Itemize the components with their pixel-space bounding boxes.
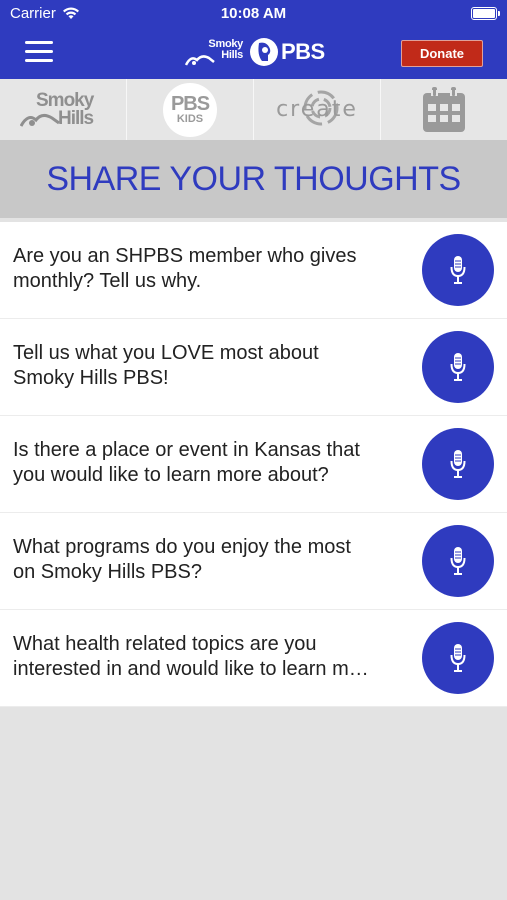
pbs-head-icon <box>250 38 278 66</box>
question-text: Tell us what you LOVE most about Smoky H… <box>13 342 319 389</box>
create-logo: create <box>276 90 358 126</box>
donate-button[interactable]: Donate <box>401 40 483 67</box>
app-header: Carrier 10:08 AM Smoky Hills PBS Donate <box>0 0 507 79</box>
question-text: What programs do you enjoy the most on S… <box>13 536 351 583</box>
title-band: SHARE YOUR THOUGHTS <box>0 140 507 218</box>
smoky-hills-pbs-logo: Smoky Hills PBS <box>185 36 325 68</box>
hamburger-menu-icon[interactable] <box>25 41 53 63</box>
logo-smoky-hills-text: Smoky Hills <box>208 38 243 61</box>
question-text: Are you an SHPBS member who gives monthl… <box>13 245 357 292</box>
logo-pbs-text: PBS <box>281 39 325 64</box>
smoky-hills-logo: Smoky Hills <box>18 88 108 132</box>
page-title: SHARE YOUR THOUGHTS <box>46 159 461 198</box>
list-item[interactable]: What health related topics are you inter… <box>0 610 507 707</box>
list-item[interactable]: Tell us what you LOVE most about Smoky H… <box>0 319 507 416</box>
record-button[interactable] <box>422 525 494 597</box>
record-button[interactable] <box>422 428 494 500</box>
record-button[interactable] <box>422 331 494 403</box>
calendar-icon <box>423 86 465 132</box>
questions-list: Are you an SHPBS member who gives monthl… <box>0 222 507 707</box>
tab-create[interactable]: create <box>254 79 381 140</box>
list-item[interactable]: Is there a place or event in Kansas that… <box>0 416 507 513</box>
tab-smoky-hills[interactable]: Smoky Hills <box>0 79 127 140</box>
tab-schedule[interactable] <box>381 79 507 140</box>
question-text: What health related topics are you inter… <box>13 633 369 680</box>
clock: 10:08 AM <box>220 5 287 22</box>
question-text: Is there a place or event in Kansas that… <box>13 439 360 486</box>
battery-icon <box>471 7 500 20</box>
pbs-kids-logo: PBS KIDS <box>163 82 217 137</box>
tab-pbs-kids[interactable]: PBS KIDS <box>127 79 254 140</box>
list-item[interactable]: What programs do you enjoy the most on S… <box>0 513 507 610</box>
microphone-icon <box>450 547 466 575</box>
microphone-icon <box>450 353 466 381</box>
list-item[interactable]: Are you an SHPBS member who gives monthl… <box>0 222 507 319</box>
microphone-icon <box>450 256 466 284</box>
station-tab-bar: Smoky Hills PBS KIDS create <box>0 79 507 140</box>
hills-icon <box>20 113 60 127</box>
microphone-icon <box>450 644 466 672</box>
record-button[interactable] <box>422 622 494 694</box>
status-bar: Carrier 10:08 AM <box>0 0 507 28</box>
record-button[interactable] <box>422 234 494 306</box>
microphone-icon <box>450 450 466 478</box>
